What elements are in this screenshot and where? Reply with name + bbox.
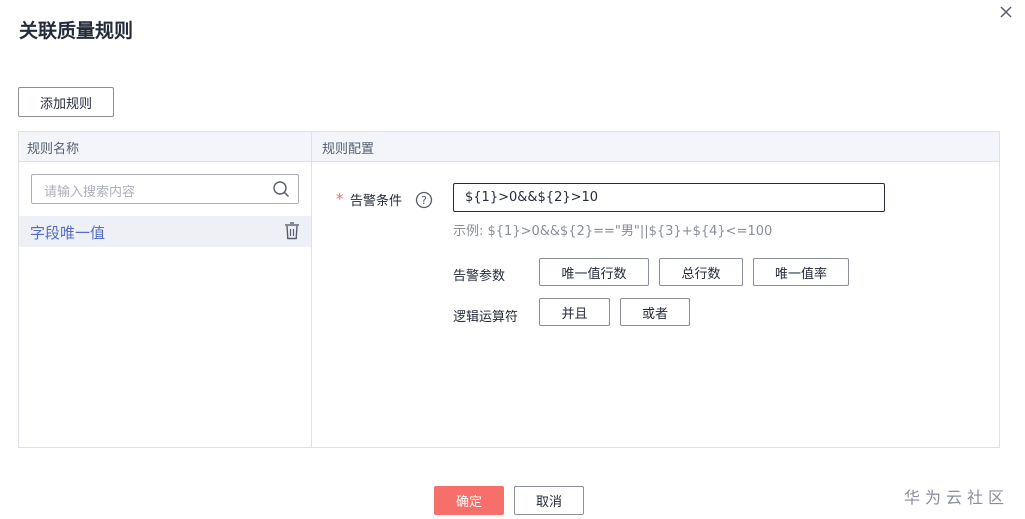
param-unique-rate-button[interactable]: 唯一值率 (753, 258, 849, 286)
required-mark: * (336, 190, 344, 208)
search-placeholder: 请输入搜索内容 (44, 185, 136, 200)
logic-and-button[interactable]: 并且 (539, 298, 610, 326)
rule-name-column-header: 规则名称 (27, 142, 80, 157)
svg-text:?: ? (421, 194, 427, 207)
rule-list-item[interactable]: 字段唯一值 (19, 216, 311, 247)
watermark: 华为云社区 (904, 488, 1010, 507)
logic-or-button[interactable]: 或者 (620, 298, 690, 326)
rules-panel: 规则名称 规则配置 请输入搜索内容 字段唯一值 * 告警条件 ? ${1}>0&… (18, 131, 1000, 448)
trash-icon[interactable] (284, 222, 300, 240)
cancel-button[interactable]: 取消 (514, 486, 584, 515)
dialog-title: 关联质量规则 (19, 20, 134, 42)
logic-ops-label: 逻辑运算符 (453, 310, 519, 325)
add-rule-button[interactable]: 添加规则 (18, 87, 114, 117)
panel-header: 规则名称 规则配置 (19, 132, 999, 162)
alarm-params-label: 告警参数 (453, 269, 506, 284)
alarm-condition-input[interactable]: ${1}>0&&${2}>10 (453, 183, 885, 212)
param-unique-rows-button[interactable]: 唯一值行数 (539, 258, 649, 286)
close-icon[interactable] (997, 3, 1015, 21)
search-input[interactable]: 请输入搜索内容 (31, 174, 299, 204)
rule-item-name: 字段唯一值 (30, 224, 106, 242)
alarm-condition-label: 告警条件 (350, 194, 403, 209)
search-icon[interactable] (272, 180, 290, 198)
confirm-button[interactable]: 确定 (434, 486, 504, 515)
column-divider (311, 132, 312, 447)
param-total-rows-button[interactable]: 总行数 (659, 258, 743, 286)
condition-example-text: 示例: ${1}>0&&${2}=="男"||${3}+${4}<=100 (453, 224, 773, 239)
help-icon[interactable]: ? (415, 191, 433, 209)
rule-config-column-header: 规则配置 (322, 142, 375, 157)
